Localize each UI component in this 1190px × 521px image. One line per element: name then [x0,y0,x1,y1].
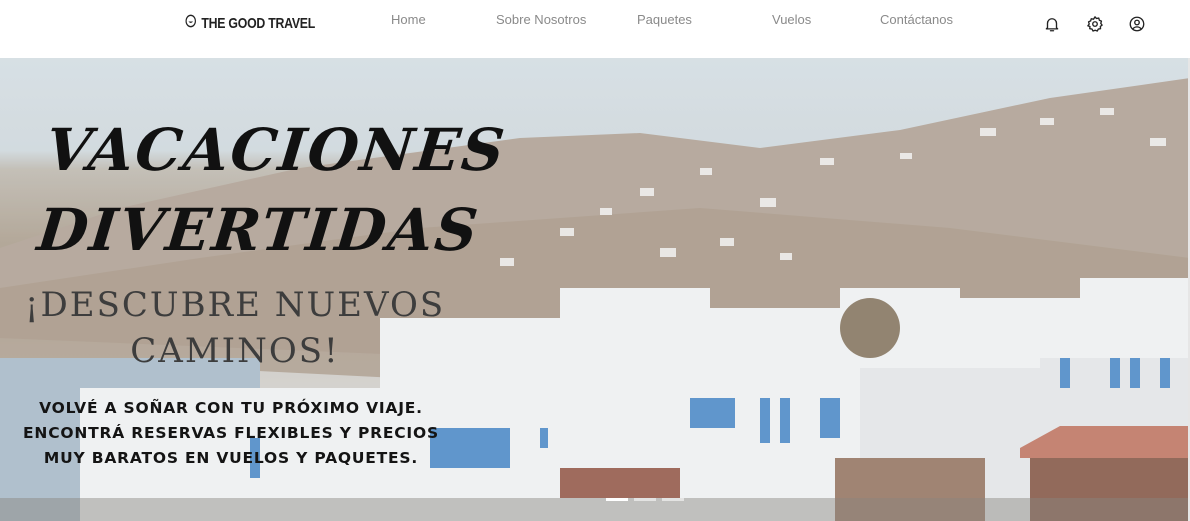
hero-body-text: VOLVÉ A SOÑAR CON TU PRÓXIMO VIAJE. ENCO… [0,396,462,471]
smile-logo-icon [185,14,196,32]
carousel-dot-3[interactable] [662,498,684,501]
hero-body-line3: MUY BARATOS EN VUELOS Y PAQUETES. [43,449,419,467]
carousel-indicators [606,498,684,501]
carousel-dot-2[interactable] [634,498,656,501]
hero-subtitle: ¡DESCUBRE NUEVOS CAMINOS! [20,282,450,374]
gear-icon[interactable] [1086,15,1104,33]
nav-contactanos[interactable]: Contáctanos [880,12,953,27]
nav-home[interactable]: Home [391,12,426,27]
brand-name: THE GOOD TRAVEL [201,14,316,32]
brand-logo[interactable]: THE GOOD TRAVEL [185,14,315,32]
hero-title-line2: DIVERTIDAS [34,196,483,264]
bell-icon[interactable] [1043,15,1061,33]
hero-subtitle-line2: CAMINOS! [130,331,340,371]
hero-title: VACACIONES DIVERTIDAS [34,110,510,270]
hero-body-line2: ENCONTRÁ RESERVAS FLEXIBLES Y PRECIOS [23,424,439,442]
nav-vuelos[interactable]: Vuelos [772,12,811,27]
hero-banner: VACACIONES DIVERTIDAS ¡DESCUBRE NUEVOS C… [0,58,1190,521]
user-circle-icon[interactable] [1128,15,1146,33]
nav-sobre-nosotros[interactable]: Sobre Nosotros [496,12,586,27]
top-navbar: THE GOOD TRAVEL Home Sobre Nosotros Paqu… [0,0,1190,58]
hero-subtitle-line1: ¡DESCUBRE NUEVOS [24,285,446,325]
hero-body-line1: VOLVÉ A SOÑAR CON TU PRÓXIMO VIAJE. [39,399,423,417]
hero-title-line1: VACACIONES [42,116,510,184]
nav-paquetes[interactable]: Paquetes [637,12,692,27]
carousel-dot-1[interactable] [606,498,628,501]
